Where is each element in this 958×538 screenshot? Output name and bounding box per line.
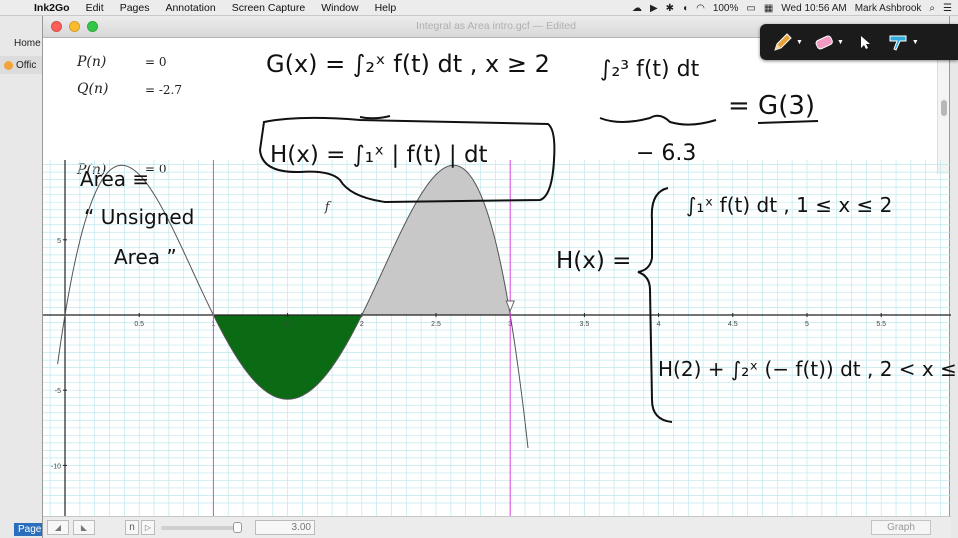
menu-app-name[interactable]: Ink2Go (26, 2, 78, 14)
graph-button[interactable]: Graph (871, 520, 931, 535)
eraser-dropdown-icon[interactable]: ▼ (837, 39, 844, 46)
graph-mode-button-2[interactable]: ◣ (73, 520, 95, 535)
background-office-label: Offic (16, 59, 37, 71)
x-tick-label: 5 (805, 321, 809, 328)
menu-help[interactable]: Help (367, 2, 405, 14)
battery-icon: ▭ (746, 2, 756, 14)
search-icon[interactable]: ⌕ (929, 3, 935, 14)
x-tick-label: 2.5 (431, 321, 441, 328)
graphing-calculator-window: Integral as Area intro.gcf — Edited P(n)… (42, 16, 951, 538)
eraser-icon[interactable] (811, 29, 837, 55)
user-name[interactable]: Mark Ashbrook (855, 3, 922, 14)
menu-edit[interactable]: Edit (78, 2, 112, 14)
menu-pages[interactable]: Pages (112, 2, 158, 14)
y-tick-label: -5 (55, 388, 61, 395)
graph-svg: 0.511.522.533.544.555.55-5-10 f (43, 160, 951, 516)
y-tick-label: 5 (57, 238, 61, 245)
expression-p-name[interactable]: P(n) (77, 54, 106, 70)
expression-q-value: = -2.7 (145, 83, 183, 97)
play-icon[interactable]: ▶ (650, 3, 658, 14)
expression-q-name[interactable]: Q(n) (77, 81, 108, 97)
ink2go-toolbar: ▼ ▼ ▼ (760, 24, 958, 60)
n-slider[interactable] (161, 521, 242, 533)
background-home-tab[interactable]: Home (14, 38, 41, 49)
menu-annotation[interactable]: Annotation (157, 2, 223, 14)
x-tick-label: 0.5 (134, 321, 144, 328)
pen-icon[interactable] (770, 29, 796, 55)
volume-icon[interactable]: ◖ (682, 3, 688, 14)
office-icon (4, 60, 13, 70)
graph-pane[interactable]: 0.511.522.533.544.555.55-5-10 f (43, 160, 951, 516)
graph-mode-button-1[interactable]: ◢ (47, 520, 69, 535)
menu-window[interactable]: Window (313, 2, 366, 14)
slider-variable-label[interactable]: n (125, 520, 139, 535)
x-tick-label: 5.5 (876, 321, 886, 328)
play-button[interactable]: ▷ (141, 520, 155, 535)
x-tick-label: 4 (657, 321, 661, 328)
wifi-icon[interactable]: ◠ (696, 3, 705, 14)
background-page-label: Page (14, 523, 46, 536)
notification-icon[interactable]: ☰ (943, 3, 952, 14)
x-tick-label: 1.5 (283, 321, 293, 328)
scrollbar-thumb[interactable] (941, 100, 947, 116)
cloud-icon[interactable]: ☁ (632, 3, 642, 14)
background-office-item[interactable]: Offic (0, 56, 44, 74)
menu-screen-capture[interactable]: Screen Capture (224, 2, 314, 14)
highlighter-icon[interactable] (886, 29, 912, 55)
graph-grid (43, 160, 951, 516)
x-tick-label: 2 (360, 321, 364, 328)
pointer-icon[interactable] (852, 29, 878, 55)
pen-dropdown-icon[interactable]: ▼ (796, 39, 803, 46)
x-tick-label: 3.5 (580, 321, 590, 328)
menu-bar: Ink2Go Edit Pages Annotation Screen Capt… (0, 0, 958, 16)
flag-icon[interactable]: ▦ (764, 3, 773, 14)
bottom-toolbar: ◢ ◣ n ▷ 3.00 Graph (43, 516, 951, 538)
y-tick-label: -10 (51, 463, 61, 470)
slider-knob[interactable] (233, 521, 242, 533)
clock[interactable]: Wed 10:56 AM (781, 3, 846, 14)
graph-axes (43, 160, 951, 516)
highlighter-dropdown-icon[interactable]: ▼ (912, 39, 919, 46)
slider-value[interactable]: 3.00 (255, 520, 315, 535)
bluetooth-icon[interactable]: ✱ (666, 3, 674, 14)
x-tick-label: 4.5 (728, 321, 738, 328)
expression-p-value: = 0 (145, 55, 167, 69)
battery-percent[interactable]: 100% (713, 3, 739, 14)
